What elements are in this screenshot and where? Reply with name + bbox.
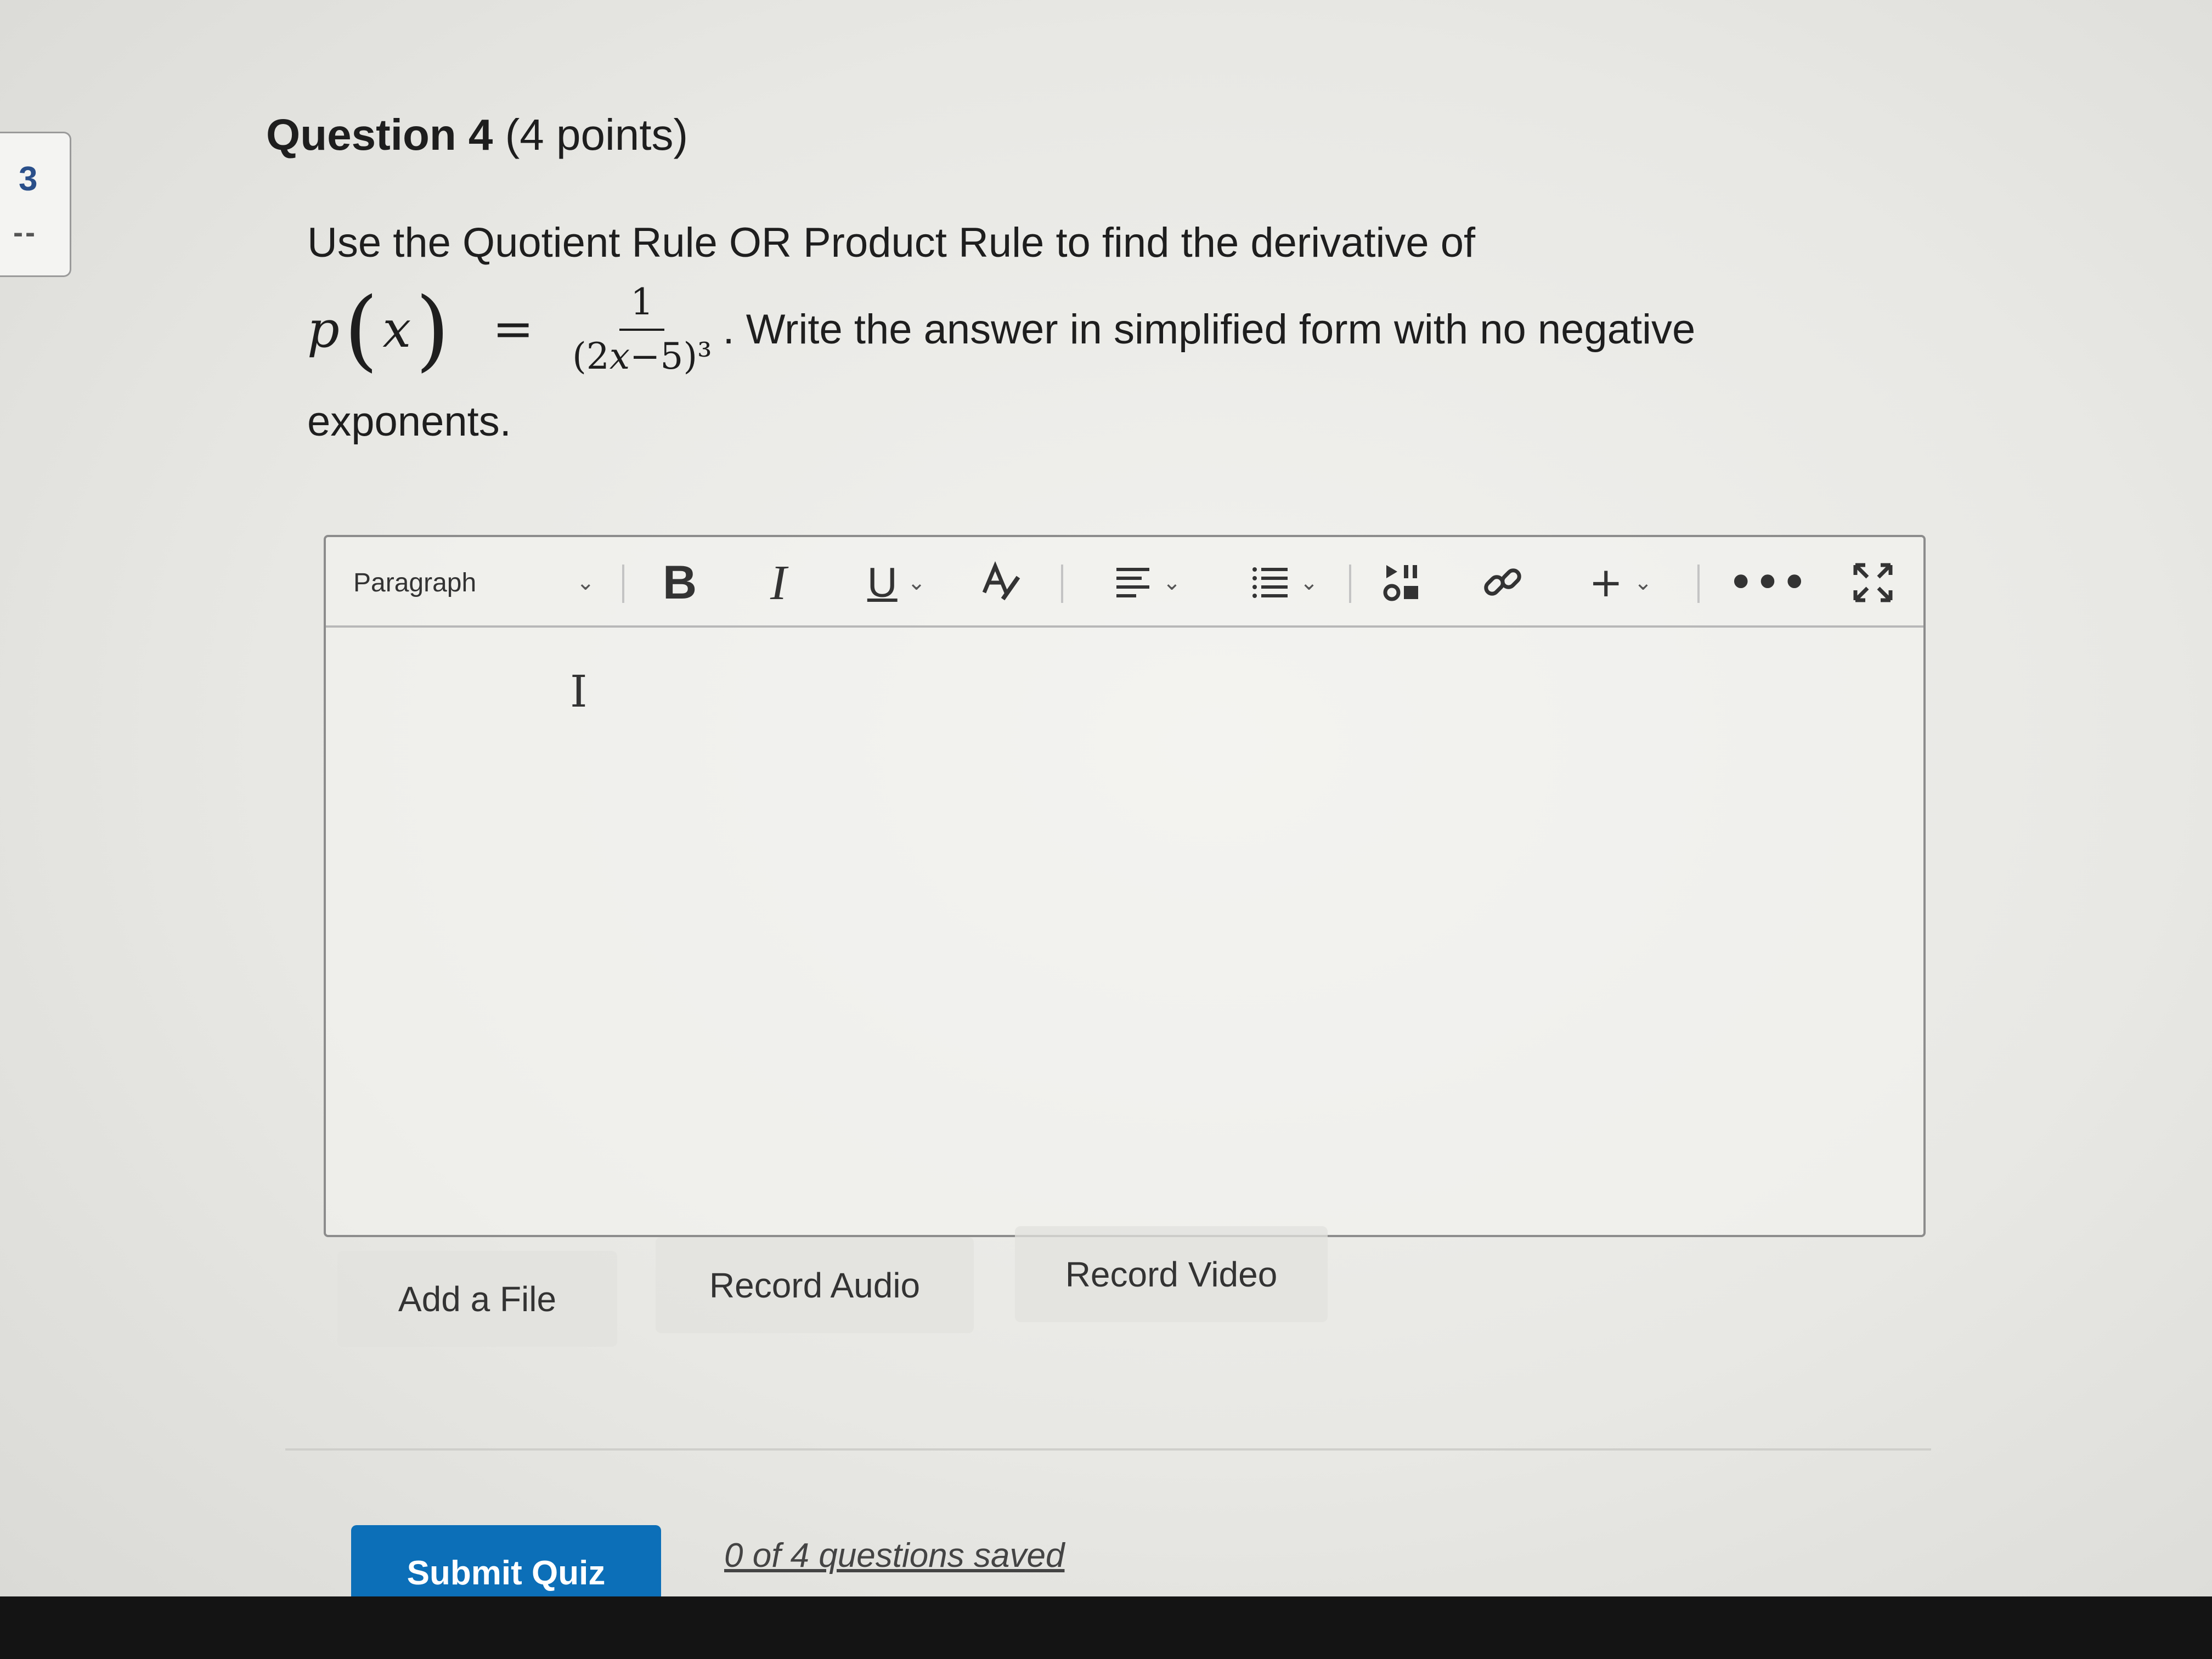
align-left-icon[interactable]: ⌄ <box>1094 552 1198 613</box>
record-audio-button[interactable]: Record Audio <box>656 1237 974 1333</box>
question-points: (4 points) <box>505 110 689 159</box>
formula-numerator: 1 <box>619 280 665 331</box>
question-text: Use the Quotient Rule OR Product Rule to… <box>307 217 1788 448</box>
bullet-list-icon[interactable]: ⌄ <box>1231 552 1335 613</box>
text-color-icon[interactable] <box>968 552 1034 613</box>
format-label: Paragraph <box>353 568 477 597</box>
text-cursor-icon: I <box>570 666 588 717</box>
bold-button[interactable]: B <box>650 552 710 613</box>
answer-text-area[interactable]: I <box>337 633 1912 1224</box>
paragraph-format-select[interactable]: Paragraph ⌄ <box>353 552 595 613</box>
formula-lhs: p ( x ) = <box>307 278 534 381</box>
screen-bezel <box>0 1596 2212 1659</box>
question-header: Question 4 (4 points) <box>266 110 688 160</box>
plus-icon[interactable]: + ⌄ <box>1566 552 1675 613</box>
underline-button[interactable]: U ⌄ <box>842 552 951 613</box>
answer-editor: Paragraph ⌄ B I U ⌄ ⌄ ⌄ + ⌄ ••• I <box>324 535 1926 1237</box>
chevron-down-icon: ⌄ <box>907 571 926 595</box>
formula-function: p <box>307 300 340 359</box>
toolbar-divider <box>1697 565 1700 603</box>
question-title: Question 4 <box>266 110 493 159</box>
formula-variable: x <box>382 300 411 359</box>
italic-button[interactable]: I <box>748 552 809 613</box>
chevron-down-icon: ⌄ <box>1300 570 1318 595</box>
underline-label: U <box>867 559 898 606</box>
question-nav-number: 3 <box>19 160 38 198</box>
record-video-button[interactable]: Record Video <box>1015 1226 1328 1322</box>
add-file-button[interactable]: Add a File <box>337 1251 617 1347</box>
chevron-down-icon: ⌄ <box>576 571 595 595</box>
formula-fraction: 1 (2x−5)³ <box>572 280 712 379</box>
formula-equals: = <box>492 300 534 358</box>
editor-toolbar: Paragraph ⌄ B I U ⌄ ⌄ ⌄ + ⌄ ••• <box>326 537 1923 628</box>
quiz-page: 3 -- Question 4 (4 points) Use the Quoti… <box>0 0 2212 1659</box>
link-icon[interactable] <box>1467 552 1538 613</box>
more-options-icon[interactable]: ••• <box>1729 552 1807 613</box>
question-instruction: . Write the answer in simplified form wi… <box>723 306 1696 353</box>
save-status-link[interactable]: 0 of 4 questions saved <box>724 1536 1064 1575</box>
toolbar-divider <box>1061 565 1063 603</box>
formula-denominator: (2x−5)³ <box>572 335 712 377</box>
toolbar-divider <box>622 565 624 603</box>
toolbar-divider <box>1349 565 1351 603</box>
formula-line: p ( x ) = 1 (2x−5)³ . Write the answer i… <box>307 280 1788 379</box>
question-nav-status: -- <box>13 216 37 249</box>
insert-media-icon[interactable] <box>1368 552 1440 613</box>
section-divider <box>285 1448 1931 1451</box>
question-instruction-end: exponents. <box>307 398 511 445</box>
question-intro: Use the Quotient Rule OR Product Rule to… <box>307 219 1476 266</box>
chevron-down-icon: ⌄ <box>1634 570 1652 595</box>
fullscreen-icon[interactable] <box>1840 552 1906 613</box>
question-nav-tab[interactable]: 3 -- <box>0 132 71 277</box>
chevron-down-icon: ⌄ <box>1163 570 1181 595</box>
